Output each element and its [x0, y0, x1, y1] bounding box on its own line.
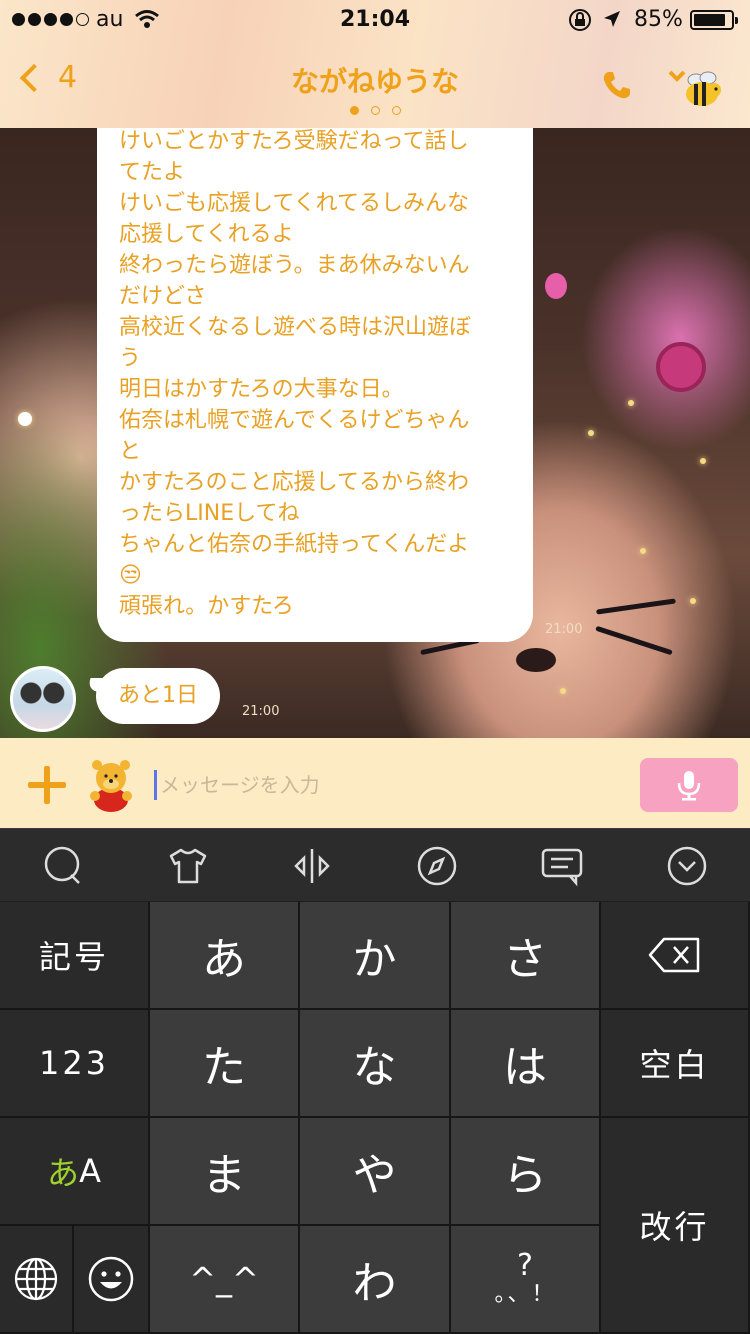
key-label: 空白 — [639, 1046, 710, 1084]
page-indicator — [350, 106, 401, 115]
key-na[interactable]: な — [300, 1010, 451, 1118]
incoming-message-bubble[interactable]: あと1日 — [85, 668, 220, 724]
message-line: かすたろのこと応援してるから終わ — [119, 470, 470, 495]
key-label: あ — [202, 934, 246, 985]
message-input-wrapper[interactable] — [154, 768, 624, 802]
message-input-bar — [0, 738, 750, 828]
message-line: 明日はかすたろの大事な日。 — [119, 377, 404, 402]
message-timestamp: 21:00 — [242, 704, 280, 719]
key-kaomoji[interactable]: ^_^ — [150, 1226, 300, 1334]
key-ma[interactable]: ま — [150, 1118, 300, 1226]
key-sa[interactable]: さ — [451, 902, 601, 1010]
add-attachment-button[interactable] — [28, 766, 66, 804]
key-numbers[interactable]: 123 — [0, 1010, 150, 1118]
key-globe[interactable] — [0, 1226, 74, 1334]
message-line: 終わったら遊ぼう。まあ休みないん — [119, 253, 470, 278]
message-line: だけどさ — [119, 284, 207, 309]
key-label: ^_^ — [189, 1260, 259, 1298]
key-emoji[interactable] — [74, 1226, 150, 1334]
message-line: てたよ — [119, 160, 186, 185]
key-label: あ — [47, 1154, 80, 1192]
key-ya[interactable]: や — [300, 1118, 451, 1226]
message-line: と — [119, 439, 142, 464]
key-label: 123 — [38, 1044, 110, 1082]
key-punctuation[interactable]: ? 。、！ — [451, 1226, 601, 1334]
phone-call-button[interactable] — [600, 68, 634, 102]
message-line: ちゃんと佑奈の手紙持ってくんだよ — [119, 532, 470, 557]
message-line: けいごも応援してくれてるしみんな — [119, 191, 470, 216]
key-space[interactable]: 空白 — [601, 1010, 750, 1118]
header-area: au 21:04 85% 4 ながねゆうな — [0, 0, 750, 128]
backspace-icon — [648, 937, 699, 973]
bee-menu-icon[interactable] — [668, 66, 730, 112]
key-label: A — [79, 1152, 101, 1190]
key-input-mode[interactable]: あA — [0, 1118, 150, 1226]
smiley-icon — [88, 1256, 134, 1302]
key-label: 。、！ — [494, 1282, 556, 1307]
compass-icon[interactable] — [414, 843, 460, 889]
message-line: ったらLINEしてね — [119, 501, 300, 526]
chat-header: 4 ながねゆうな — [0, 40, 750, 128]
unamused-emoji: 😒 — [119, 563, 142, 588]
key-label: わ — [352, 1258, 397, 1309]
key-label: 改行 — [639, 1208, 710, 1246]
message-timestamp: 21:00 — [545, 622, 583, 637]
battery-icon — [690, 10, 738, 30]
message-input[interactable] — [160, 768, 620, 802]
message-line: けいごとかすたろ受験だねって話し — [119, 129, 469, 154]
orientation-lock-icon — [569, 9, 591, 31]
location-arrow-icon — [604, 11, 620, 27]
message-line: 高校近くなるし遊べる時は沢山遊ぼ — [119, 315, 472, 340]
shirt-icon[interactable] — [165, 843, 211, 889]
chat-area[interactable]: けいごとかすたろ受験だねって話し てたよ けいごも応援してくれてるしみんな 応援… — [0, 128, 750, 738]
key-ha[interactable]: は — [451, 1010, 601, 1118]
status-bar: au 21:04 85% — [0, 0, 750, 40]
cursor-move-icon[interactable] — [289, 843, 335, 889]
key-label: ら — [503, 1150, 547, 1201]
keyboard: 記号 あ か さ 123 た な は 空白 あA ま や ら 改行 ^_^ わ … — [0, 828, 750, 1334]
key-backspace[interactable] — [601, 902, 750, 1010]
key-a[interactable]: あ — [150, 902, 300, 1010]
key-ta[interactable]: た — [150, 1010, 300, 1118]
chat-title[interactable]: ながねゆうな — [0, 60, 750, 100]
voice-message-button[interactable] — [640, 758, 738, 812]
key-ka[interactable]: か — [300, 902, 451, 1010]
key-label: 記号 — [38, 938, 109, 976]
key-symbols[interactable]: 記号 — [0, 902, 150, 1010]
message-icon[interactable] — [539, 843, 585, 889]
battery-percent: 85% — [634, 7, 683, 32]
sticker-pooh-icon[interactable] — [86, 756, 136, 812]
chat-bubble-icon[interactable] — [39, 843, 85, 889]
key-label: や — [352, 1150, 397, 1201]
key-return[interactable]: 改行 — [601, 1118, 750, 1334]
microphone-icon — [677, 771, 701, 801]
key-label: た — [202, 1042, 246, 1093]
key-label: は — [503, 1042, 547, 1093]
key-label: さ — [503, 934, 547, 985]
key-ra[interactable]: ら — [451, 1118, 601, 1226]
text-cursor — [154, 770, 157, 800]
key-wa[interactable]: わ — [300, 1226, 451, 1334]
globe-icon — [14, 1257, 58, 1301]
keyboard-toolbar — [0, 828, 750, 901]
message-line: 応援してくれるよ — [119, 222, 294, 247]
key-label: か — [352, 934, 397, 985]
message-text: あと1日 — [118, 683, 198, 708]
collapse-keyboard-icon[interactable] — [664, 843, 710, 889]
contact-avatar[interactable] — [10, 666, 76, 732]
message-line: う — [119, 346, 142, 371]
outgoing-message-bubble[interactable]: けいごとかすたろ受験だねって話し てたよ けいごも応援してくれてるしみんな 応援… — [97, 128, 533, 642]
key-label: ま — [202, 1150, 246, 1201]
key-label: ? — [517, 1248, 533, 1283]
message-line: 佑奈は札幌で遊んでくるけどちゃん — [119, 408, 470, 433]
message-line: 頑張れ。かすたろ — [119, 594, 294, 619]
key-label: な — [352, 1042, 397, 1093]
